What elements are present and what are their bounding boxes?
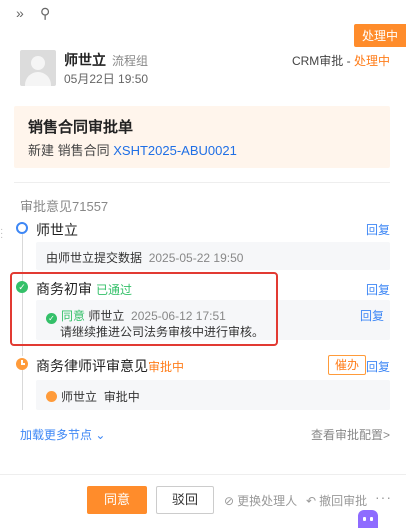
approver-name: 师世立 [61, 390, 98, 404]
person-swap-icon: ⊘ [224, 494, 235, 508]
divider [14, 182, 390, 183]
node-name: 师世立 [36, 222, 78, 238]
view-config-link[interactable]: 查看审批配置> [311, 426, 390, 443]
unpin-icon[interactable]: ⚲ [40, 6, 50, 20]
reply-link[interactable]: 回复 [366, 221, 390, 238]
reply-link[interactable]: 回复 [366, 358, 390, 375]
document-card: 销售合同审批单 新建 销售合同 XSHT2025-ABU0021 [14, 106, 390, 168]
double-chevron-right-icon[interactable]: » [16, 6, 24, 20]
reply-link[interactable]: 回复 [366, 281, 390, 298]
top-bar: » ⚲ [0, 0, 406, 28]
avatar [20, 50, 56, 86]
submitter-name: 师世立 [64, 52, 106, 68]
node-name: 商务初审 [36, 281, 92, 297]
pending-circle-icon [16, 222, 28, 234]
status-badge: 处理中 [353, 24, 406, 47]
detail-time: 2025-05-22 19:50 [148, 251, 244, 265]
node-detail: 由师世立提交数据 2025-05-22 19:50 [36, 242, 390, 270]
approver-name: 师世立 [88, 309, 125, 323]
reject-button[interactable]: 驳回 [156, 486, 214, 514]
withdraw-button[interactable]: ↶ 撤回审批 [306, 492, 367, 509]
drag-handle[interactable]: · · · [0, 225, 4, 243]
approval-comment: 请继续推进公司法务审核中进行审核。 [60, 325, 265, 339]
reply-link[interactable]: 回复 [360, 307, 384, 324]
detail-status: 审批中 [103, 390, 140, 404]
document-subtitle: 新建 销售合同 XSHT2025-ABU0021 [28, 143, 237, 158]
check-circle-icon: ✓ [16, 281, 28, 293]
timeline-line [22, 292, 23, 356]
transfer-button[interactable]: ⊘ 更换处理人 [224, 492, 297, 509]
approve-button[interactable]: 同意 [87, 486, 147, 514]
load-more-nodes-link[interactable]: 加载更多节点 ⌄ [20, 426, 105, 443]
node-name: 商务律师评审意见 [36, 358, 148, 374]
document-title: 销售合同审批单 [28, 119, 134, 136]
submitter-group: 流程组 [112, 54, 149, 68]
clock-icon [16, 358, 28, 370]
node-detail: ✓ 同意 师世立 2025-06-12 17:51 回复 请继续推进公司法务审核中… [36, 300, 390, 340]
submit-date: 05月22日 19:50 [64, 72, 149, 86]
node-detail: 师世立 审批中 [36, 380, 390, 410]
agree-label: 同意 [61, 309, 86, 323]
timeline-line [22, 368, 23, 410]
crm-status: CRM审批 - 处理中 [291, 54, 390, 68]
clock-icon [46, 391, 57, 402]
detail-time: 2025-06-12 17:51 [131, 309, 226, 323]
approved-badge: 已通过 [96, 283, 133, 297]
urge-button[interactable]: 催办 [328, 355, 366, 375]
contract-code-link[interactable]: XSHT2025-ABU0021 [113, 143, 237, 158]
submitter-header: 师世立 流程组 05月22日 19:50 CRM审批 - 处理中 [20, 50, 390, 90]
in-progress-badge: 审批中 [148, 360, 185, 374]
opinion-title: 审批意见71557 [20, 199, 109, 214]
divider [0, 474, 406, 475]
timeline-line [22, 234, 23, 282]
check-icon: ✓ [46, 313, 57, 324]
chevron-down-icon: ⌄ [92, 428, 106, 442]
more-actions-icon[interactable]: ··· [375, 489, 392, 505]
undo-icon: ↶ [306, 494, 317, 508]
assistant-bot-icon[interactable] [358, 510, 378, 528]
detail-text: 由师世立提交数据 [46, 251, 143, 265]
